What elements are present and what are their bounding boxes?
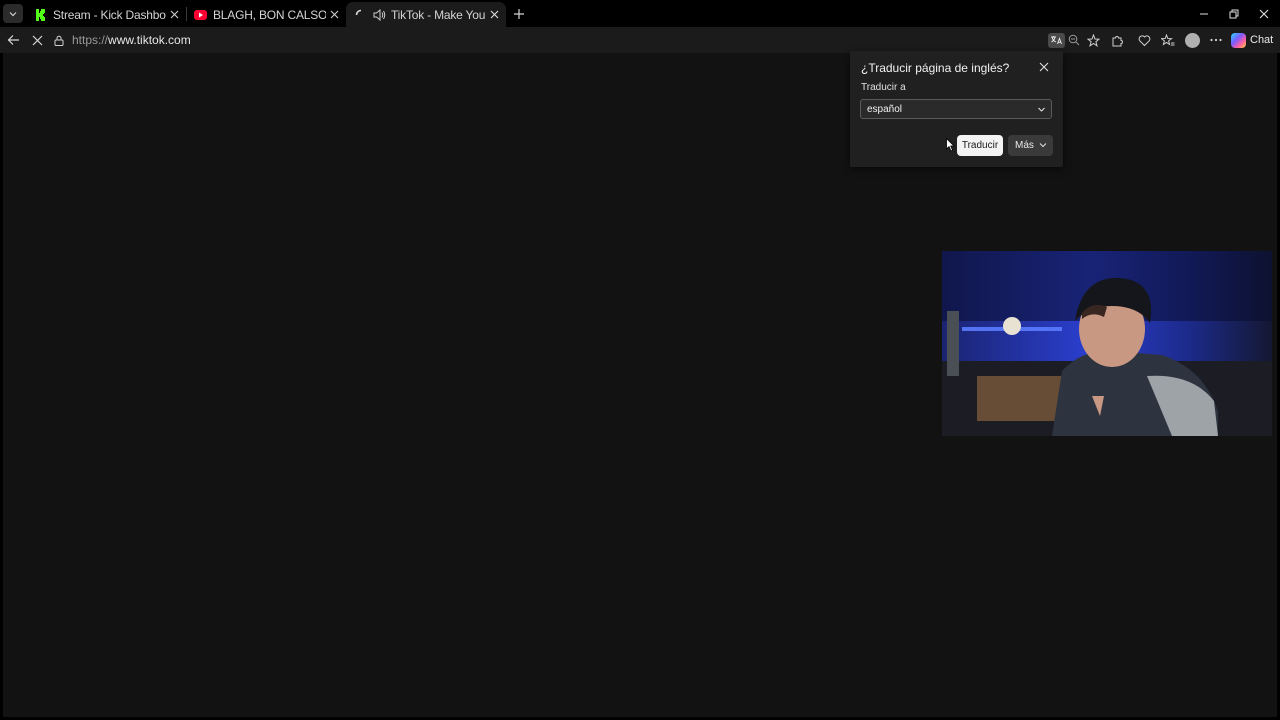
copilot-chat-button[interactable]: Chat [1231, 30, 1277, 50]
back-button[interactable] [3, 30, 23, 50]
chevron-down-icon [9, 11, 17, 16]
tab-strip: Stream - Kick Dashboard BLAGH, BON CALSO… [0, 0, 1280, 27]
close-icon [32, 35, 42, 45]
translate-page-button[interactable] [1046, 30, 1066, 50]
address-bar[interactable]: https://www.tiktok.com [52, 30, 852, 50]
target-language-label: Traducir a [861, 82, 906, 93]
browser-toolbar: https://www.tiktok.com Chat [0, 27, 1280, 53]
extensions-button[interactable] [1107, 30, 1127, 50]
stop-loading-button[interactable] [27, 30, 47, 50]
url-host: www.tiktok.com [108, 33, 191, 47]
streamer-webcam-image [942, 251, 1272, 436]
new-tab-button[interactable] [510, 5, 528, 23]
close-icon [1259, 9, 1269, 18]
loading-spinner-icon [354, 8, 367, 21]
more-options-label: Más [1015, 140, 1034, 151]
favorites-button[interactable] [1158, 30, 1178, 50]
copilot-icon [1231, 32, 1246, 48]
url-protocol: https:// [72, 33, 109, 47]
lock-icon[interactable] [52, 33, 66, 47]
star-list-icon [1161, 33, 1175, 46]
chevron-down-icon [1038, 107, 1045, 112]
arrow-cursor-icon [946, 137, 955, 152]
kick-logo-icon [34, 8, 47, 21]
tab-title: BLAGH, BON CALSO - GANSTER - [213, 7, 326, 22]
minimize-window-button[interactable] [1188, 0, 1220, 27]
tab-kick-dashboard[interactable]: Stream - Kick Dashboard [26, 2, 186, 27]
settings-more-button[interactable] [1206, 30, 1226, 50]
chat-label: Chat [1250, 34, 1274, 46]
plus-icon [514, 9, 524, 19]
translate-popup: ¿Traducir página de inglés? Traducir a e… [850, 51, 1063, 167]
speaker-audio-icon[interactable] [373, 8, 386, 21]
tab-actions-menu-button[interactable] [3, 4, 23, 23]
close-tab-icon[interactable] [166, 7, 182, 23]
zoom-button[interactable] [1064, 30, 1084, 50]
minimize-icon [1200, 13, 1208, 14]
close-icon [1039, 62, 1049, 72]
selected-language: español [867, 103, 903, 115]
translate-button[interactable]: Traducir [957, 135, 1003, 156]
translate-icon [1047, 32, 1065, 48]
close-popup-button[interactable] [1037, 60, 1051, 74]
language-select[interactable]: español [860, 99, 1052, 119]
webcam-overlay [942, 251, 1272, 436]
puzzle-icon [1112, 35, 1123, 46]
close-tab-icon[interactable] [486, 7, 502, 23]
tab-title: TikTok - Make Your Day [391, 7, 486, 22]
heart-pulse-icon [1138, 34, 1150, 46]
close-window-button[interactable] [1248, 0, 1280, 27]
translate-popup-title: ¿Traducir página de inglés? [861, 61, 1010, 75]
restore-window-button[interactable] [1218, 0, 1250, 27]
youtube-logo-icon [194, 8, 207, 21]
restore-icon [1229, 9, 1239, 18]
more-horizontal-icon [1210, 38, 1222, 42]
arrow-left-icon [7, 35, 19, 45]
performance-button[interactable] [1134, 30, 1154, 50]
mouse-cursor [946, 137, 955, 157]
tab-youtube-video[interactable]: BLAGH, BON CALSO - GANSTER - [186, 2, 346, 27]
profile-button[interactable] [1182, 30, 1202, 50]
magnifier-icon [1068, 34, 1080, 46]
chevron-down-icon [1039, 143, 1047, 148]
avatar [1184, 32, 1200, 48]
tab-tiktok[interactable]: TikTok - Make Your Day [346, 2, 506, 27]
favorite-star-button[interactable] [1083, 30, 1103, 50]
tab-title: Stream - Kick Dashboard [53, 7, 166, 22]
close-tab-icon[interactable] [326, 7, 342, 23]
star-icon [1086, 33, 1100, 47]
more-options-button[interactable]: Más [1008, 135, 1053, 156]
